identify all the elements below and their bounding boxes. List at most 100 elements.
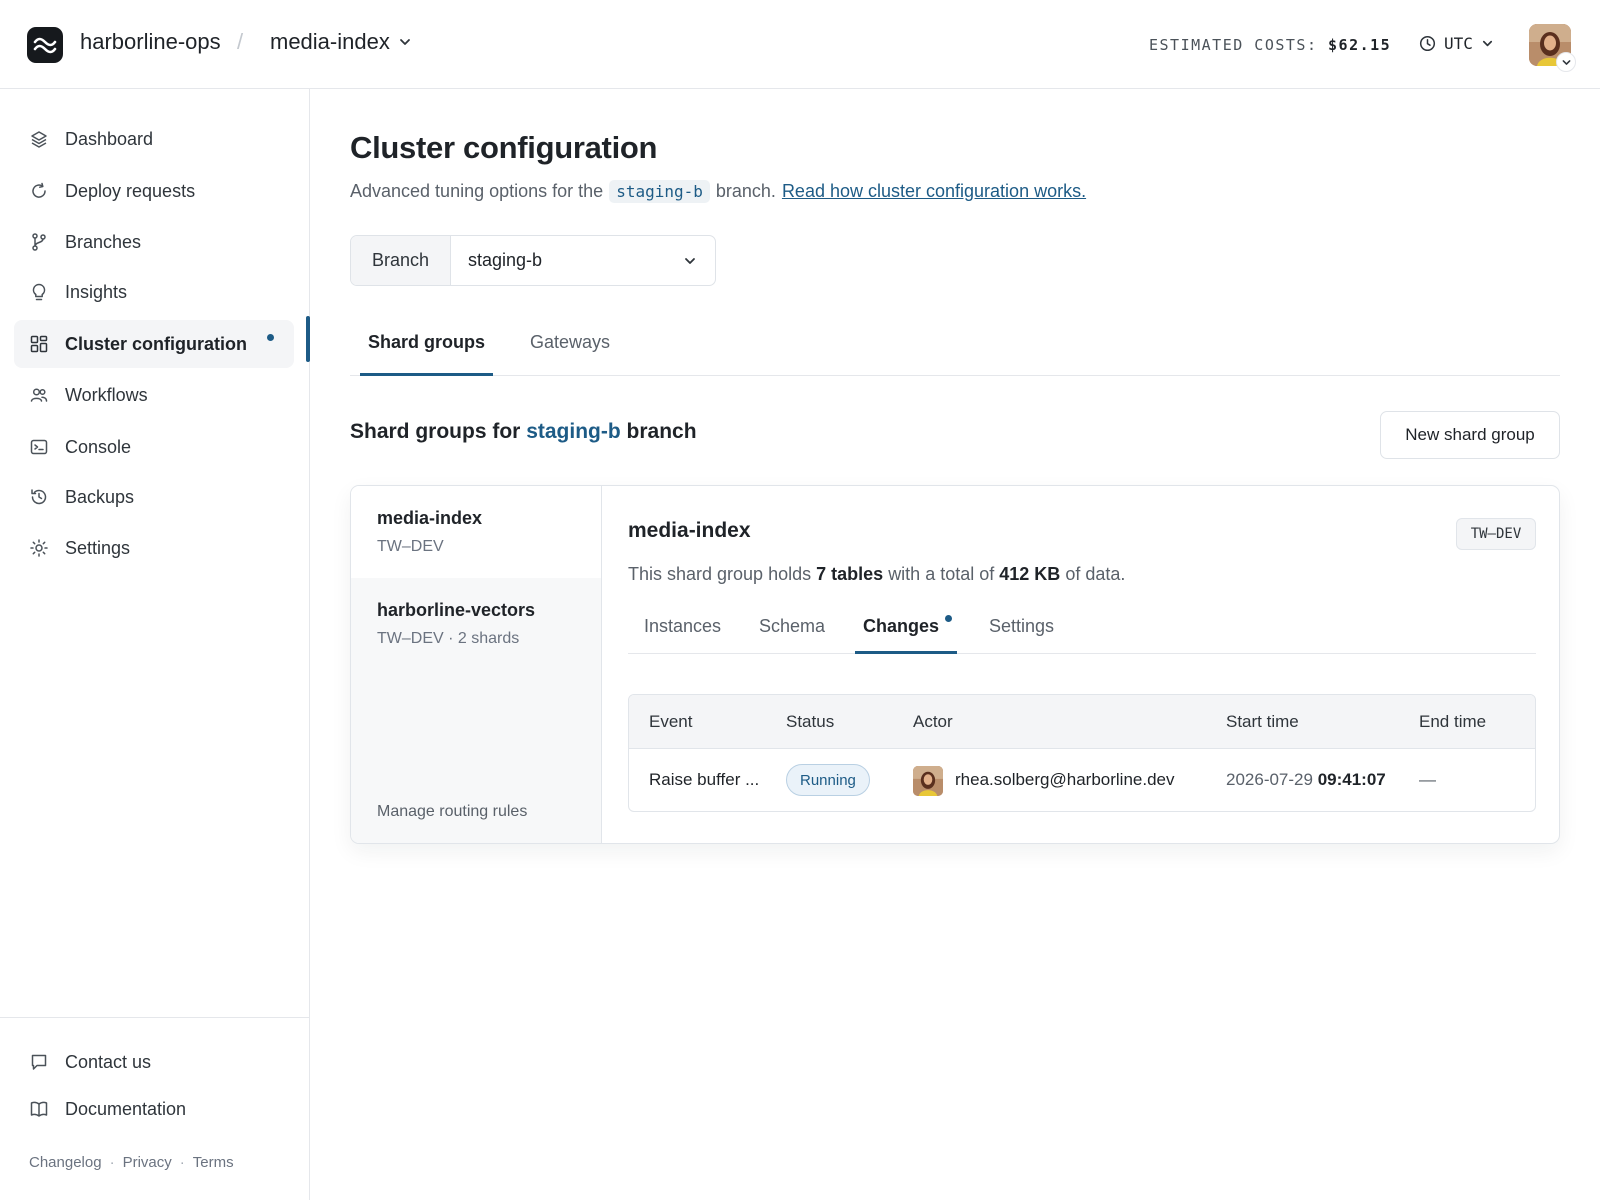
footer-links: Changelog · Privacy · Terms bbox=[29, 1154, 234, 1171]
top-bar: harborline-ops / media-index ESTIMATED C… bbox=[0, 0, 1600, 89]
changes-table: Event Status Actor Start time End time R… bbox=[628, 694, 1536, 812]
desc-text: This shard group holds bbox=[628, 564, 812, 584]
timezone-selector[interactable]: UTC bbox=[1419, 34, 1494, 53]
chevron-down-icon bbox=[399, 39, 410, 45]
event-cell: Raise buffer ... bbox=[649, 770, 760, 789]
sidebar-item-deploy-requests[interactable]: Deploy requests bbox=[14, 167, 294, 215]
sidebar-item-contact-us[interactable]: Contact us bbox=[14, 1038, 294, 1086]
tab-shard-groups[interactable]: Shard groups bbox=[368, 332, 485, 353]
active-tab-underline bbox=[855, 651, 957, 654]
desc-text: with a total of bbox=[888, 564, 995, 584]
sidebar-item-console[interactable]: Console bbox=[14, 423, 294, 471]
branch-code-chip: staging-b bbox=[609, 180, 710, 203]
sidebar-item-label: Console bbox=[65, 436, 132, 457]
column-header: End time bbox=[1419, 712, 1487, 731]
history-icon bbox=[31, 489, 47, 505]
subtitle-suffix: branch. bbox=[715, 181, 776, 201]
shard-group-name: media-index bbox=[377, 508, 483, 528]
chat-icon bbox=[31, 1054, 47, 1070]
branch-select-label: Branch bbox=[351, 236, 451, 285]
shard-group-detail: media-index TW–DEV This shard group hold… bbox=[602, 486, 1559, 843]
column-header: Event bbox=[649, 712, 693, 731]
sidebar-item-backups[interactable]: Backups bbox=[14, 473, 294, 521]
sidebar-item-branches[interactable]: Branches bbox=[14, 218, 294, 266]
logo[interactable] bbox=[27, 27, 63, 63]
column-header: Actor bbox=[913, 712, 953, 731]
sidebar-item-label: Cluster configuration bbox=[65, 333, 248, 354]
sidebar-item-label: Backups bbox=[65, 486, 135, 507]
sidebar-item-label: Insights bbox=[65, 281, 128, 302]
column-header: Start time bbox=[1226, 712, 1299, 731]
sidebar-item-settings[interactable]: Settings bbox=[14, 524, 294, 572]
sidebar-item-label: Workflows bbox=[65, 384, 148, 405]
tab-gateways[interactable]: Gateways bbox=[530, 332, 610, 353]
changes-dot bbox=[945, 615, 952, 622]
table-header: Event Status Actor Start time End time bbox=[629, 695, 1535, 749]
branch-selector: Branch staging-b bbox=[350, 235, 716, 286]
environment-badge: TW–DEV bbox=[1456, 518, 1536, 550]
sidebar-item-label: Contact us bbox=[65, 1051, 152, 1072]
gear-icon bbox=[30, 539, 48, 557]
column-header: Status bbox=[786, 712, 835, 731]
table-row[interactable]: Raise buffer ... Running rhea.solberg@ha… bbox=[629, 749, 1535, 811]
manage-routing-rules-link[interactable]: Manage routing rules bbox=[377, 803, 527, 821]
section-title-suffix: branch bbox=[626, 420, 697, 443]
sidebar-item-dashboard[interactable]: Dashboard bbox=[14, 115, 294, 163]
branch-icon bbox=[32, 233, 46, 251]
chevron-down-icon bbox=[685, 257, 695, 264]
avatar-menu-caret[interactable] bbox=[1556, 52, 1576, 72]
start-time-cell: 2026-07-29 09:41:07 bbox=[1226, 770, 1386, 790]
chevron-down-icon bbox=[1562, 59, 1570, 65]
end-time-cell: — bbox=[1419, 770, 1436, 789]
book-icon bbox=[30, 1101, 48, 1117]
tab-changes[interactable]: Changes bbox=[863, 616, 939, 637]
database-switcher[interactable]: media-index bbox=[270, 29, 412, 55]
terminal-icon bbox=[30, 439, 48, 455]
org-name[interactable]: harborline-ops bbox=[80, 29, 221, 55]
table-count: 7 tables bbox=[816, 564, 884, 584]
page-title: Cluster configuration bbox=[350, 130, 658, 165]
breadcrumb-separator: / bbox=[237, 29, 244, 54]
data-size: 412 KB bbox=[999, 564, 1061, 584]
sidebar-divider bbox=[0, 1017, 310, 1018]
shard-group-item[interactable]: harborline-vectors TW–DEV · 2 shards bbox=[351, 578, 601, 670]
clock-icon bbox=[1419, 35, 1436, 52]
shard-group-meta: TW–DEV · 2 shards bbox=[377, 630, 520, 647]
costs-value: $62.15 bbox=[1328, 36, 1392, 54]
database-name: media-index bbox=[270, 29, 390, 54]
new-shard-group-button[interactable]: New shard group bbox=[1380, 411, 1560, 459]
tab-settings[interactable]: Settings bbox=[989, 616, 1054, 637]
privacy-link[interactable]: Privacy bbox=[123, 1154, 172, 1171]
sidebar-item-label: Documentation bbox=[65, 1098, 187, 1119]
subtitle-prefix: Advanced tuning options for the bbox=[350, 181, 604, 201]
costs-label: ESTIMATED COSTS: bbox=[1149, 36, 1318, 54]
sidebar-item-workflows[interactable]: Workflows bbox=[14, 371, 294, 419]
docs-link[interactable]: Read how cluster configuration works. bbox=[782, 181, 1086, 202]
actor-email: rhea.solberg@harborline.dev bbox=[955, 770, 1175, 789]
section-title-prefix: Shard groups for bbox=[350, 420, 521, 443]
shard-group-tabs: Instances Schema Changes Settings bbox=[628, 606, 1536, 654]
tab-schema[interactable]: Schema bbox=[759, 616, 825, 637]
users-icon bbox=[30, 388, 48, 402]
status-badge: Running bbox=[786, 764, 870, 796]
unread-dot bbox=[267, 334, 274, 341]
shard-group-title: media-index bbox=[628, 519, 751, 542]
estimated-costs: ESTIMATED COSTS: $62.15 bbox=[1149, 36, 1391, 54]
tab-instances[interactable]: Instances bbox=[644, 616, 721, 637]
terms-link[interactable]: Terms bbox=[193, 1154, 234, 1171]
changelog-link[interactable]: Changelog bbox=[29, 1154, 102, 1171]
config-tabs: Shard groups Gateways bbox=[350, 320, 1560, 376]
start-time: 09:41:07 bbox=[1317, 770, 1386, 789]
branch-dropdown[interactable]: staging-b bbox=[451, 236, 715, 285]
sidebar-item-cluster-configuration[interactable]: Cluster configuration bbox=[14, 320, 294, 368]
active-indicator bbox=[306, 316, 310, 362]
shard-group-item[interactable]: media-index TW–DEV bbox=[351, 486, 601, 578]
waves-logo-icon bbox=[33, 37, 57, 54]
sidebar-item-label: Dashboard bbox=[65, 128, 154, 149]
sidebar-item-insights[interactable]: Insights bbox=[14, 268, 294, 316]
desc-text: of data. bbox=[1065, 564, 1126, 584]
timezone-label: UTC bbox=[1444, 34, 1473, 53]
sidebar-item-documentation[interactable]: Documentation bbox=[14, 1085, 294, 1133]
footer-separator: · bbox=[109, 1154, 115, 1171]
shard-group-name: harborline-vectors bbox=[377, 600, 536, 620]
